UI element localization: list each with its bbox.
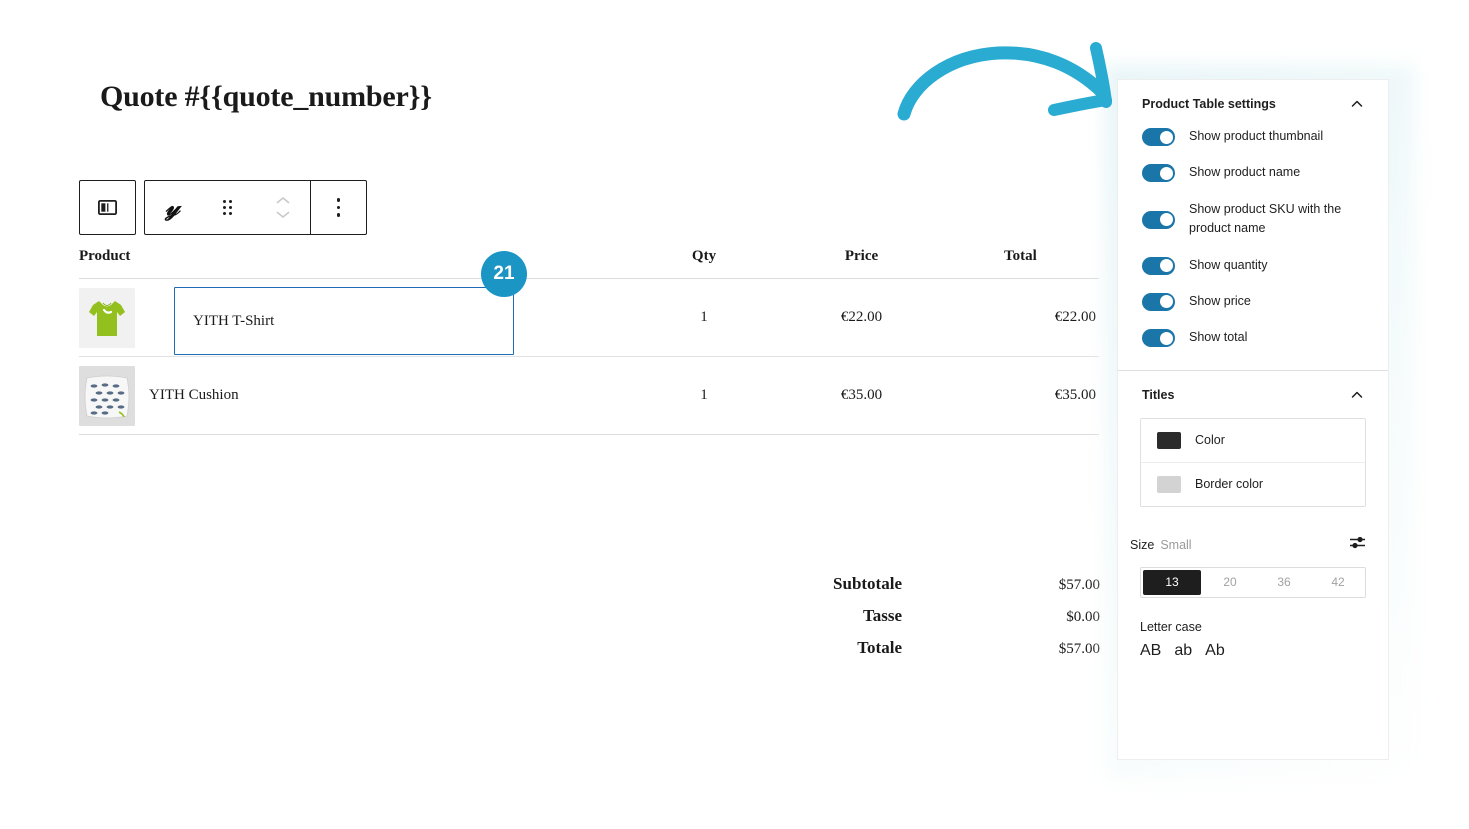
toggle-switch[interactable] bbox=[1142, 164, 1175, 183]
panel-title: Product Table settings bbox=[1142, 97, 1276, 111]
toggle-label: Show product name bbox=[1189, 165, 1301, 180]
columns-icon bbox=[98, 200, 117, 215]
column-header-product: Product bbox=[79, 248, 131, 264]
drag-handle-icon bbox=[223, 200, 232, 215]
toggle-row-show-total[interactable]: Show total bbox=[1142, 328, 1364, 348]
yith-logo-icon: 𝓎 bbox=[165, 192, 180, 221]
toggle-label: Show total bbox=[1189, 330, 1248, 345]
block-toolbar: 𝓎 bbox=[79, 180, 367, 235]
totals-row-tax: Tasse $0.00 bbox=[760, 606, 1100, 626]
editor-canvas: Quote #{{quote_number}} 𝓎 Product Qty Pr… bbox=[0, 0, 1130, 829]
toggle-label: Show product thumbnail bbox=[1189, 129, 1324, 143]
toggle-label: Show quantity bbox=[1189, 257, 1268, 272]
color-label: Border color bbox=[1195, 477, 1264, 492]
selected-product-name-block[interactable]: YITH T-Shirt bbox=[174, 287, 514, 355]
product-total: €35.00 bbox=[1054, 387, 1096, 403]
table-row[interactable]: YITH Cushion 1 €35.00 €35.00 bbox=[79, 357, 1099, 435]
size-segmented-control: 13 20 36 42 bbox=[1140, 566, 1366, 598]
size-label-group: Size Small bbox=[1130, 538, 1192, 552]
toggle-switch[interactable] bbox=[1142, 329, 1175, 348]
toggle-switch[interactable] bbox=[1142, 128, 1175, 146]
color-row-border-color[interactable]: Border color bbox=[1141, 461, 1365, 506]
totals-value: $57.00 bbox=[1058, 641, 1100, 657]
size-option-20[interactable]: 20 bbox=[1203, 567, 1257, 597]
size-option-36[interactable]: 36 bbox=[1257, 567, 1311, 597]
panel-header-product-table-settings[interactable]: Product Table settings bbox=[1118, 80, 1388, 127]
letter-case-label: Letter case bbox=[1140, 619, 1202, 634]
product-qty: 1 bbox=[700, 309, 708, 325]
titles-body: Color Border color bbox=[1118, 417, 1388, 517]
color-label: Color bbox=[1195, 433, 1225, 448]
totals-value: $0.00 bbox=[1066, 609, 1100, 625]
product-table-toggle-list: Show product thumbnail Show product name… bbox=[1118, 127, 1388, 370]
color-settings-card: Color Border color bbox=[1140, 417, 1366, 507]
yith-block-button[interactable]: 𝓎 bbox=[145, 181, 200, 234]
step-badge: 21 bbox=[481, 251, 527, 297]
product-price: €35.00 bbox=[840, 387, 883, 403]
panel-titles: Titles Color Border color Size Small 13 … bbox=[1118, 371, 1388, 676]
size-label: Size bbox=[1130, 537, 1155, 552]
column-header-total: Total bbox=[1004, 248, 1037, 264]
green-tshirt-thumbnail bbox=[79, 287, 135, 348]
chevron-up-down-icon bbox=[276, 197, 290, 218]
move-updown-button[interactable] bbox=[255, 181, 310, 234]
more-options-button[interactable] bbox=[311, 181, 366, 234]
product-total: €22.00 bbox=[1054, 309, 1096, 325]
toggle-row-show-price[interactable]: Show price bbox=[1142, 292, 1364, 311]
toggle-switch[interactable] bbox=[1142, 256, 1175, 275]
more-options-icon bbox=[336, 198, 341, 217]
size-control-row: Size Small bbox=[1118, 517, 1388, 561]
panel-title: Titles bbox=[1142, 387, 1175, 402]
table-header-row: Product Qty Price Total bbox=[79, 248, 1099, 279]
totals-label: Totale bbox=[857, 638, 902, 657]
toggle-row-show-product-name[interactable]: Show product name bbox=[1142, 163, 1364, 183]
totals-row-subtotal: Subtotale $57.00 bbox=[760, 574, 1100, 594]
block-controls-group: 𝓎 bbox=[144, 180, 367, 235]
toggle-label: Show price bbox=[1189, 293, 1251, 308]
columns-toolbar-group bbox=[79, 180, 136, 235]
custom-size-sliders-icon[interactable] bbox=[1349, 535, 1366, 555]
letter-case-options: AB ab Ab bbox=[1140, 642, 1366, 660]
size-option-13[interactable]: 13 bbox=[1143, 569, 1201, 595]
letter-case-uppercase-button[interactable]: AB bbox=[1140, 642, 1161, 660]
letter-case-lowercase-button[interactable]: ab bbox=[1174, 642, 1192, 660]
chevron-up-icon[interactable] bbox=[1350, 97, 1364, 111]
toggle-row-show-quantity[interactable]: Show quantity bbox=[1142, 256, 1364, 275]
column-header-qty: Qty bbox=[691, 248, 717, 264]
color-swatch[interactable] bbox=[1157, 431, 1181, 449]
product-qty: 1 bbox=[700, 387, 708, 403]
toggle-row-show-product-thumbnail[interactable]: Show product thumbnail bbox=[1142, 127, 1364, 146]
panel-product-table-settings: Product Table settings Show product thum… bbox=[1118, 80, 1388, 371]
settings-sidebar: Product Table settings Show product thum… bbox=[1117, 79, 1389, 760]
totals-label: Tasse bbox=[862, 606, 902, 625]
letter-case-capitalize-button[interactable]: Ab bbox=[1205, 642, 1225, 660]
toggle-row-show-product-sku[interactable]: Show product SKU with the product name bbox=[1142, 200, 1364, 239]
totals-value: $57.00 bbox=[1058, 577, 1100, 593]
toggle-switch[interactable] bbox=[1142, 210, 1175, 229]
panel-header-titles[interactable]: Titles bbox=[1118, 371, 1388, 418]
totals-label: Subtotale bbox=[833, 574, 902, 593]
column-header-price: Price bbox=[844, 248, 879, 264]
product-name: YITH Cushion bbox=[149, 387, 239, 403]
drag-handle-button[interactable] bbox=[200, 181, 255, 234]
letter-case-block: Letter case AB ab Ab bbox=[1118, 598, 1388, 676]
totals-summary: Subtotale $57.00 Tasse $0.00 Totale $57.… bbox=[760, 574, 1100, 670]
product-cell: YITH Cushion bbox=[79, 365, 639, 426]
toggle-switch[interactable] bbox=[1142, 292, 1175, 311]
patterned-cushion-thumbnail bbox=[79, 365, 135, 426]
columns-layout-button[interactable] bbox=[80, 181, 135, 234]
size-option-42[interactable]: 42 bbox=[1311, 567, 1365, 597]
color-swatch[interactable] bbox=[1157, 475, 1181, 493]
size-value: Small bbox=[1160, 537, 1192, 552]
color-row-text-color[interactable]: Color bbox=[1141, 419, 1365, 462]
product-price: €22.00 bbox=[840, 309, 883, 325]
page-title: Quote #{{quote_number}} bbox=[100, 80, 432, 113]
chevron-up-icon[interactable] bbox=[1350, 388, 1364, 402]
totals-row-total: Totale $57.00 bbox=[760, 638, 1100, 658]
toggle-label: Show product SKU with the product name bbox=[1189, 201, 1342, 236]
